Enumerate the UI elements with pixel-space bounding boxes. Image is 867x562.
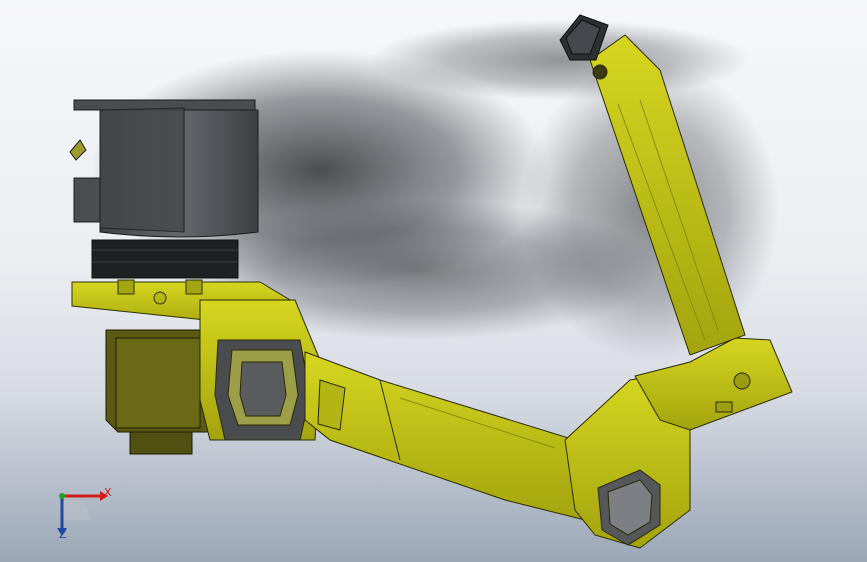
cad-viewport[interactable]: X Z	[0, 0, 867, 562]
axis-x-label: X	[104, 486, 112, 499]
lower-arm[interactable]	[304, 351, 586, 521]
shoulder-housing[interactable]	[199, 299, 321, 441]
xyz-triad-icon	[57, 491, 108, 536]
axis-z-label: Z	[59, 528, 67, 541]
base-ring	[91, 239, 239, 279]
j2-motor[interactable]	[105, 329, 211, 455]
